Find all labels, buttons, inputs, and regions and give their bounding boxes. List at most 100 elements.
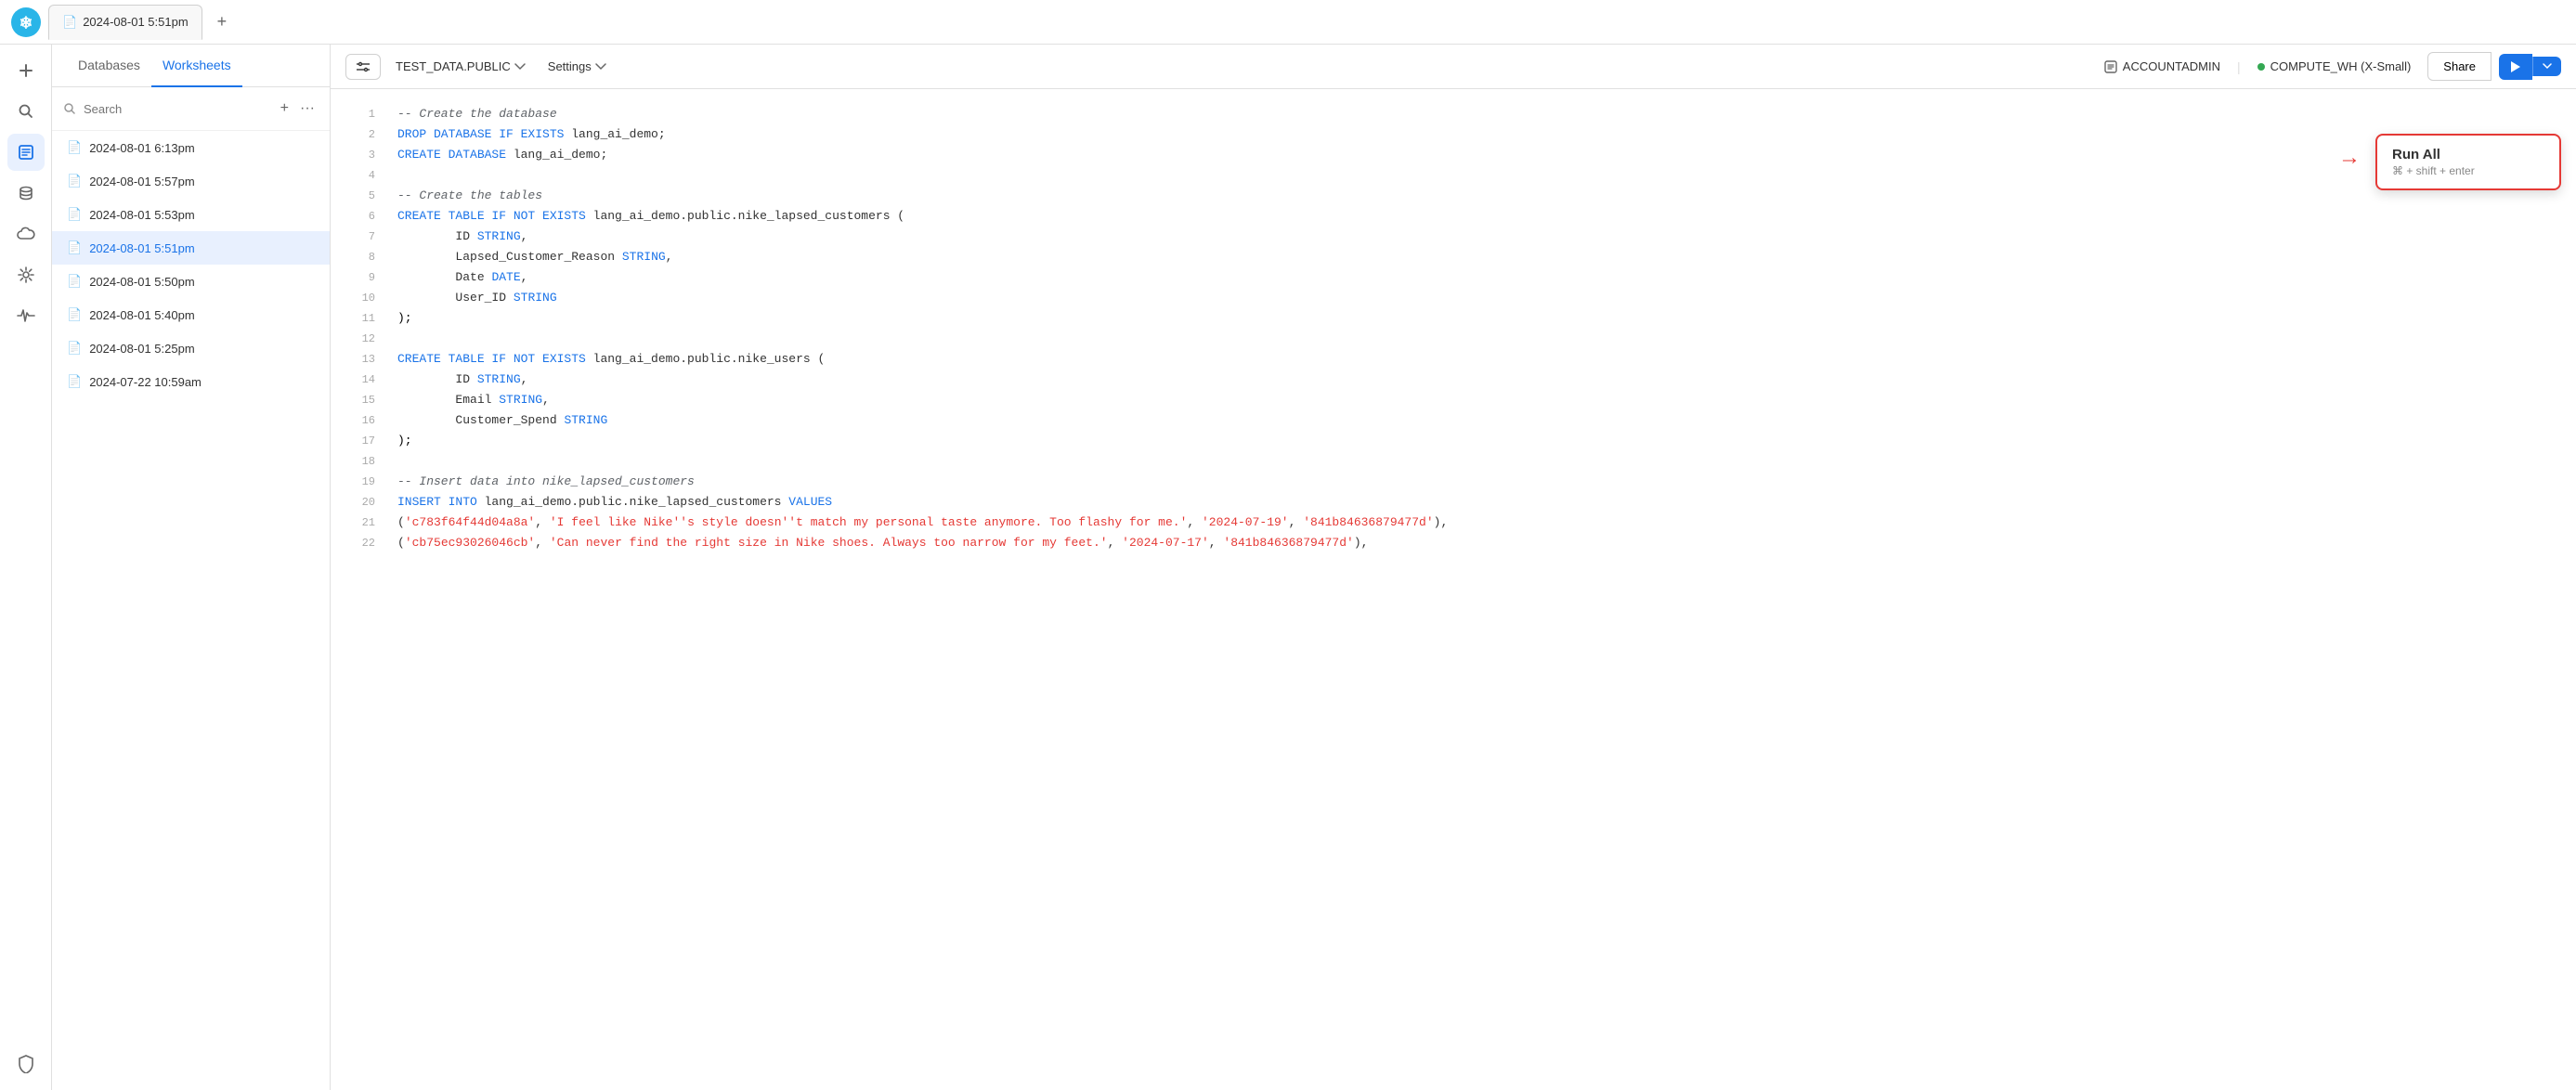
tab-worksheets[interactable]: Worksheets: [151, 45, 242, 87]
worksheet-label: 2024-08-01 5:51pm: [89, 241, 194, 255]
filter-button[interactable]: [345, 54, 381, 80]
file-icon: 📄: [67, 274, 82, 289]
run-all-dropdown: Run All ⌘ + shift + enter: [2375, 134, 2561, 190]
code-editor[interactable]: 1-- Create the database2 DROP DATABASE IF…: [331, 89, 2576, 1090]
editor-area: TEST_DATA.PUBLIC Settings: [331, 45, 2576, 1090]
nav-ai-icon[interactable]: [7, 256, 45, 293]
code-line: 17);: [331, 431, 2576, 451]
code-line: 14 ID STRING,: [331, 370, 2576, 390]
context-chevron-icon: [514, 63, 526, 71]
worksheet-item[interactable]: 📄 2024-08-01 5:25pm: [52, 331, 330, 365]
worksheet-item[interactable]: 📄 2024-08-01 5:40pm: [52, 298, 330, 331]
code-line: 10 User_ID STRING: [331, 288, 2576, 308]
new-worksheet-button[interactable]: +: [277, 97, 293, 121]
line-number: 19: [345, 472, 375, 492]
line-number: 7: [345, 227, 375, 247]
svg-text:❄: ❄: [20, 13, 33, 32]
worksheet-label: 2024-07-22 10:59am: [89, 375, 202, 389]
worksheet-label: 2024-08-01 5:25pm: [89, 342, 194, 356]
settings-selector[interactable]: Settings: [540, 56, 614, 77]
run-all-label[interactable]: Run All: [2392, 147, 2544, 162]
worksheet-tab[interactable]: 📄 2024-08-01 5:51pm: [48, 5, 202, 40]
line-number: 16: [345, 410, 375, 431]
editor-toolbar: TEST_DATA.PUBLIC Settings: [331, 45, 2576, 89]
context-selector[interactable]: TEST_DATA.PUBLIC: [388, 56, 533, 77]
code-line: 11);: [331, 308, 2576, 329]
more-options-button[interactable]: ···: [296, 97, 319, 121]
line-content: DROP DATABASE IF EXISTS lang_ai_demo;: [397, 124, 2561, 145]
code-line: 3 CREATE DATABASE lang_ai_demo;: [331, 145, 2576, 165]
worksheet-label: 2024-08-01 5:50pm: [89, 275, 194, 289]
line-number: 20: [345, 492, 375, 513]
filter-icon: [356, 60, 371, 73]
nav-search-icon[interactable]: [7, 93, 45, 130]
line-number: 4: [345, 165, 375, 186]
line-number: 3: [345, 145, 375, 165]
line-number: 11: [345, 308, 375, 329]
warehouse-badge: COMPUTE_WH (X-Small): [2248, 59, 2421, 73]
warehouse-status-dot: [2257, 63, 2265, 71]
nav-shield-icon[interactable]: [7, 1045, 45, 1083]
line-content: -- Create the tables: [397, 186, 2561, 206]
tab-label: 2024-08-01 5:51pm: [83, 15, 188, 29]
file-icon: 📄: [67, 140, 82, 155]
line-content: ID STRING,: [397, 370, 2561, 390]
line-content: User_ID STRING: [397, 288, 2561, 308]
line-content: Email STRING,: [397, 390, 2561, 410]
nav-cloud-icon[interactable]: [7, 215, 45, 253]
code-line: 5-- Create the tables: [331, 186, 2576, 206]
line-content: CREATE TABLE IF NOT EXISTS lang_ai_demo.…: [397, 206, 2561, 227]
worksheet-item[interactable]: 📄 2024-08-01 5:53pm: [52, 198, 330, 231]
line-number: 14: [345, 370, 375, 390]
line-content: ID STRING,: [397, 227, 2561, 247]
line-number: 9: [345, 267, 375, 288]
line-number: 13: [345, 349, 375, 370]
line-content: -- Insert data into nike_lapsed_customer…: [397, 472, 2561, 492]
worksheet-label: 2024-08-01 6:13pm: [89, 141, 194, 155]
worksheet-item[interactable]: 📄 2024-08-01 5:57pm: [52, 164, 330, 198]
run-button-group: [2499, 54, 2561, 80]
new-tab-button[interactable]: +: [210, 8, 235, 35]
run-dropdown-chevron-icon: [2543, 63, 2552, 70]
file-icon: 📄: [67, 240, 82, 255]
line-number: 6: [345, 206, 375, 227]
worksheet-item[interactable]: 📄 2024-08-01 5:51pm: [52, 231, 330, 265]
snowflake-logo[interactable]: ❄: [11, 7, 41, 37]
worksheet-item[interactable]: 📄 2024-07-22 10:59am: [52, 365, 330, 398]
run-dropdown-button[interactable]: [2532, 57, 2561, 76]
tab-databases[interactable]: Databases: [67, 45, 151, 87]
nav-plus-icon[interactable]: [7, 52, 45, 89]
line-content: INSERT INTO lang_ai_demo.public.nike_lap…: [397, 492, 2561, 513]
sidebar-tabs: Databases Worksheets: [52, 45, 330, 87]
nav-worksheet-icon[interactable]: [7, 134, 45, 171]
code-line: 21('c783f64f44d04a8a', 'I feel like Nike…: [331, 513, 2576, 533]
worksheet-item[interactable]: 📄 2024-08-01 5:50pm: [52, 265, 330, 298]
line-content: CREATE TABLE IF NOT EXISTS lang_ai_demo.…: [397, 349, 2561, 370]
line-content: Lapsed_Customer_Reason STRING,: [397, 247, 2561, 267]
code-line: 13 CREATE TABLE IF NOT EXISTS lang_ai_dem…: [331, 349, 2576, 370]
left-nav: [0, 45, 52, 1090]
line-number: 17: [345, 431, 375, 451]
nav-database-icon[interactable]: [7, 175, 45, 212]
line-content: CREATE DATABASE lang_ai_demo;: [397, 145, 2561, 165]
line-number: 2: [345, 124, 375, 145]
worksheet-item[interactable]: 📄 2024-08-01 6:13pm: [52, 131, 330, 164]
worksheet-label: 2024-08-01 5:57pm: [89, 175, 194, 188]
search-icon: [63, 102, 76, 115]
line-number: 10: [345, 288, 375, 308]
code-line: 22('cb75ec93026046cb', 'Can never find t…: [331, 533, 2576, 553]
search-input[interactable]: [84, 102, 269, 116]
code-line: 1-- Create the database: [331, 104, 2576, 124]
line-number: 15: [345, 390, 375, 410]
nav-activity-icon[interactable]: [7, 297, 45, 334]
run-button[interactable]: [2499, 54, 2532, 80]
code-line: 7 ID STRING,: [331, 227, 2576, 247]
share-button[interactable]: Share: [2427, 52, 2491, 81]
settings-chevron-icon: [595, 63, 606, 71]
line-number: 12: [345, 329, 375, 349]
line-content: ('c783f64f44d04a8a', 'I feel like Nike''…: [397, 513, 2561, 533]
worksheet-label: 2024-08-01 5:53pm: [89, 208, 194, 222]
role-badge: ACCOUNTADMIN: [2095, 59, 2230, 73]
worksheet-label: 2024-08-01 5:40pm: [89, 308, 194, 322]
code-line: 9 Date DATE,: [331, 267, 2576, 288]
